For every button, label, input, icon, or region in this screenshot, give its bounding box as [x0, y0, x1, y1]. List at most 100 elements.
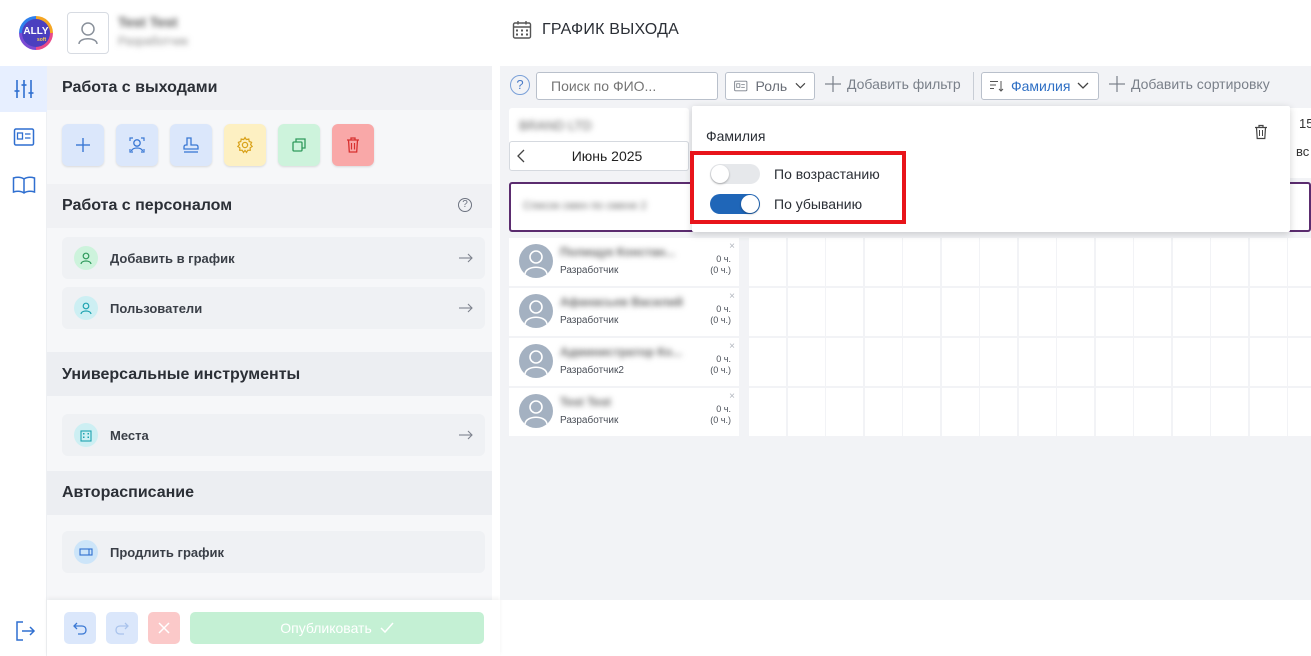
schedule-cell[interactable] [749, 288, 786, 336]
role-filter-button[interactable]: Роль [725, 72, 815, 100]
rail-item-cards[interactable] [0, 114, 47, 160]
users-card[interactable]: Пользователи [62, 287, 485, 329]
schedule-cell[interactable] [1288, 338, 1311, 386]
schedule-cell[interactable] [1172, 238, 1210, 286]
schedule-cell[interactable] [787, 388, 825, 436]
schedule-cell[interactable] [1018, 338, 1056, 386]
schedule-cell[interactable] [864, 338, 902, 386]
schedule-cell[interactable] [941, 388, 979, 436]
schedule-cell[interactable] [1057, 238, 1094, 286]
schedule-cell[interactable] [1095, 338, 1133, 386]
add-filter-button[interactable]: Добавить фильтр [825, 76, 961, 92]
schedule-cell[interactable] [941, 288, 979, 336]
extend-schedule-card[interactable]: Продлить график [62, 531, 485, 573]
schedule-cell[interactable] [1134, 288, 1171, 336]
schedule-cell[interactable] [826, 238, 863, 286]
schedule-cell[interactable] [980, 388, 1017, 436]
redo-button[interactable] [106, 612, 138, 644]
search-input[interactable] [536, 72, 718, 100]
user-avatar[interactable] [67, 12, 109, 54]
schedule-cell[interactable] [1134, 338, 1171, 386]
schedule-cell[interactable] [826, 388, 863, 436]
schedule-cell[interactable] [1095, 238, 1133, 286]
schedule-cell[interactable] [903, 338, 940, 386]
logout-button[interactable] [14, 620, 36, 647]
schedule-cell[interactable] [903, 288, 940, 336]
stamp-button[interactable] [170, 124, 212, 166]
staff-help-icon[interactable]: ? [458, 198, 472, 212]
places-card[interactable]: Места [62, 414, 485, 456]
schedule-cell[interactable] [864, 238, 902, 286]
find-user-button[interactable] [116, 124, 158, 166]
remove-employee-icon[interactable]: × [729, 241, 735, 252]
schedule-cell[interactable] [1288, 288, 1311, 336]
undo-button[interactable] [64, 612, 96, 644]
schedule-cell[interactable] [1018, 288, 1056, 336]
schedule-cell[interactable] [1211, 338, 1248, 386]
employee-row[interactable]: Администратор Ко... Разработчик2 0 ч. (0 ч.… [509, 338, 739, 386]
schedule-cell[interactable] [1288, 238, 1311, 286]
schedule-cell[interactable] [864, 388, 902, 436]
schedule-cell[interactable] [1211, 388, 1248, 436]
schedule-cell[interactable] [1057, 388, 1094, 436]
settings-button[interactable] [224, 124, 266, 166]
add-sort-button[interactable]: Добавить сортировку [1109, 76, 1270, 92]
schedule-cell[interactable] [1095, 388, 1133, 436]
schedule-cell[interactable] [749, 238, 786, 286]
schedule-cell[interactable] [1249, 388, 1287, 436]
schedule-cell[interactable] [1018, 388, 1056, 436]
rail-item-docs[interactable] [0, 162, 47, 208]
schedule-cell[interactable] [1249, 238, 1287, 286]
schedule-cell[interactable] [903, 388, 940, 436]
chevron-left-icon[interactable] [516, 149, 526, 163]
schedule-cell[interactable] [941, 338, 979, 386]
panel-scrollbar[interactable] [492, 66, 500, 600]
redo-icon [115, 622, 129, 635]
delete-button[interactable] [332, 124, 374, 166]
app-logo[interactable]: ALLY soft [15, 12, 57, 54]
schedule-cell[interactable] [1134, 238, 1171, 286]
remove-employee-icon[interactable]: × [729, 291, 735, 302]
schedule-cell[interactable] [980, 288, 1017, 336]
schedule-cell[interactable] [1288, 388, 1311, 436]
employee-row[interactable]: Полищук Констан... Разработчик 0 ч. (0 ч.) × [509, 238, 739, 286]
schedule-cell[interactable] [826, 338, 863, 386]
schedule-cell[interactable] [1172, 388, 1210, 436]
schedule-cell[interactable] [980, 238, 1017, 286]
employee-row[interactable]: Test Test Разработчик 0 ч. (0 ч.) × [509, 388, 739, 436]
schedule-cell[interactable] [1211, 238, 1248, 286]
remove-employee-icon[interactable]: × [729, 391, 735, 402]
schedule-cell[interactable] [980, 338, 1017, 386]
schedule-cell[interactable] [1057, 288, 1094, 336]
add-to-schedule-card[interactable]: Добавить в график [62, 237, 485, 279]
schedule-cell[interactable] [1134, 388, 1171, 436]
schedule-cell[interactable] [749, 338, 786, 386]
help-icon[interactable]: ? [510, 75, 530, 95]
schedule-cell[interactable] [903, 238, 940, 286]
employee-row[interactable]: Афанасьев Василий Разработчик 0 ч. (0 ч.) × [509, 288, 739, 336]
remove-employee-icon[interactable]: × [729, 341, 735, 352]
schedule-cell[interactable] [1211, 288, 1248, 336]
cancel-button[interactable] [148, 612, 180, 644]
schedule-cell[interactable] [826, 288, 863, 336]
schedule-cell[interactable] [1172, 288, 1210, 336]
schedule-cell[interactable] [787, 288, 825, 336]
schedule-cell[interactable] [1095, 288, 1133, 336]
remove-sort-button[interactable] [1254, 124, 1268, 145]
schedule-cell[interactable] [864, 288, 902, 336]
schedule-cell[interactable] [787, 338, 825, 386]
schedule-cell[interactable] [787, 238, 825, 286]
add-exit-button[interactable] [62, 124, 104, 166]
rail-item-exits[interactable] [0, 66, 47, 112]
schedule-cell[interactable] [1249, 338, 1287, 386]
copy-button[interactable] [278, 124, 320, 166]
publish-button[interactable]: Опубликовать [190, 612, 484, 644]
schedule-cell[interactable] [941, 238, 979, 286]
schedule-cell[interactable] [749, 388, 786, 436]
sort-surname-button[interactable]: Фамилия [981, 72, 1099, 100]
month-switcher[interactable]: Июнь 2025 [509, 141, 689, 171]
schedule-cell[interactable] [1172, 338, 1210, 386]
schedule-cell[interactable] [1057, 338, 1094, 386]
schedule-cell[interactable] [1018, 238, 1056, 286]
schedule-cell[interactable] [1249, 288, 1287, 336]
